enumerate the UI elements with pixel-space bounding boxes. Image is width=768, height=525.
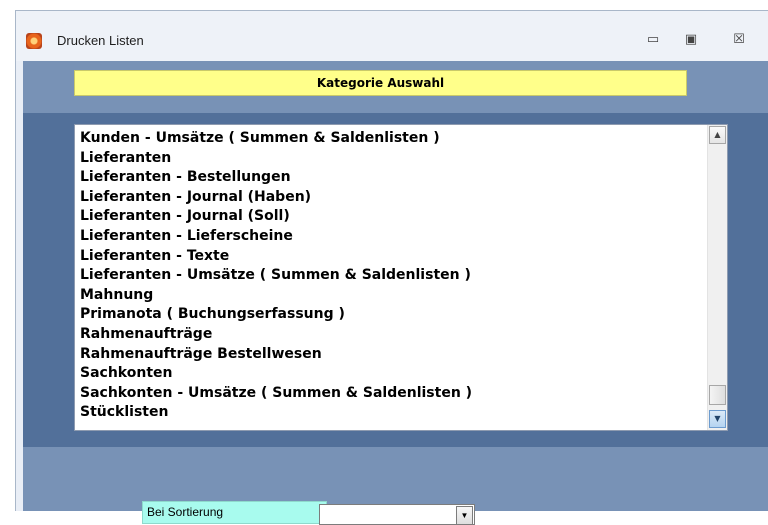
maximize-icon: ▣ bbox=[684, 32, 698, 47]
close-icon: ☒ bbox=[733, 32, 745, 47]
title-bar[interactable]: Drucken Listen ▭ ▣ ☒ bbox=[16, 11, 768, 61]
print-lists-window: Drucken Listen ▭ ▣ ☒ Kategorie Auswahl K… bbox=[15, 10, 768, 525]
list-item[interactable]: Lieferanten - Journal (Soll) bbox=[80, 207, 705, 227]
list-item[interactable]: Lieferanten - Umsätze ( Summen & Saldenl… bbox=[80, 266, 705, 286]
app-icon bbox=[26, 33, 42, 49]
minimize-button[interactable]: ▭ bbox=[642, 29, 664, 51]
list-items: Kunden - Umsätze ( Summen & Saldenlisten… bbox=[80, 129, 705, 427]
list-item[interactable]: Kunden - Umsätze ( Summen & Saldenlisten… bbox=[80, 129, 705, 149]
list-item[interactable]: Lieferanten - Lieferscheine bbox=[80, 227, 705, 247]
scroll-up-button[interactable]: ▲ bbox=[709, 126, 726, 144]
footer-band: Bei Sortierung ▼ bbox=[23, 447, 768, 525]
close-button[interactable]: ☒ bbox=[728, 29, 750, 51]
list-item[interactable]: Lieferanten - Texte bbox=[80, 247, 705, 267]
list-item[interactable]: Sachkonten - Umsätze ( Summen & Saldenli… bbox=[80, 384, 705, 404]
dropdown-button[interactable]: ▼ bbox=[456, 506, 473, 525]
list-item[interactable]: Stücklisten bbox=[80, 403, 705, 423]
sort-label: Bei Sortierung bbox=[142, 501, 327, 524]
sort-dropdown[interactable]: ▼ bbox=[319, 504, 475, 525]
list-item[interactable]: Lieferanten - Journal (Haben) bbox=[80, 188, 705, 208]
list-item[interactable]: Rahmenaufträge Bestellwesen bbox=[80, 345, 705, 365]
scroll-down-button[interactable]: ▼ bbox=[709, 410, 726, 428]
list-item[interactable]: Primanota ( Buchungserfassung ) bbox=[80, 305, 705, 325]
chevron-down-icon: ▼ bbox=[460, 511, 469, 520]
chevron-down-icon: ▼ bbox=[714, 414, 721, 423]
vertical-scrollbar[interactable]: ▲ ▼ bbox=[707, 125, 727, 430]
window-title: Drucken Listen bbox=[57, 33, 144, 48]
list-item[interactable]: Rahmenaufträge bbox=[80, 325, 705, 345]
list-item[interactable]: Lieferanten - Bestellungen bbox=[80, 168, 705, 188]
window-content: Kategorie Auswahl Kunden - Umsätze ( Sum… bbox=[23, 61, 768, 525]
scroll-thumb[interactable] bbox=[709, 385, 726, 405]
category-listbox[interactable]: Kunden - Umsätze ( Summen & Saldenlisten… bbox=[74, 124, 728, 431]
list-item[interactable]: Mahnung bbox=[80, 286, 705, 306]
chevron-up-icon: ▲ bbox=[714, 130, 721, 139]
maximize-button[interactable]: ▣ bbox=[680, 29, 702, 51]
minimize-icon: ▭ bbox=[646, 32, 660, 47]
header-band: Kategorie Auswahl bbox=[23, 61, 768, 113]
list-item[interactable]: Sachkonten bbox=[80, 364, 705, 384]
list-item[interactable]: Lieferanten bbox=[80, 149, 705, 169]
category-selection-header: Kategorie Auswahl bbox=[74, 70, 687, 96]
